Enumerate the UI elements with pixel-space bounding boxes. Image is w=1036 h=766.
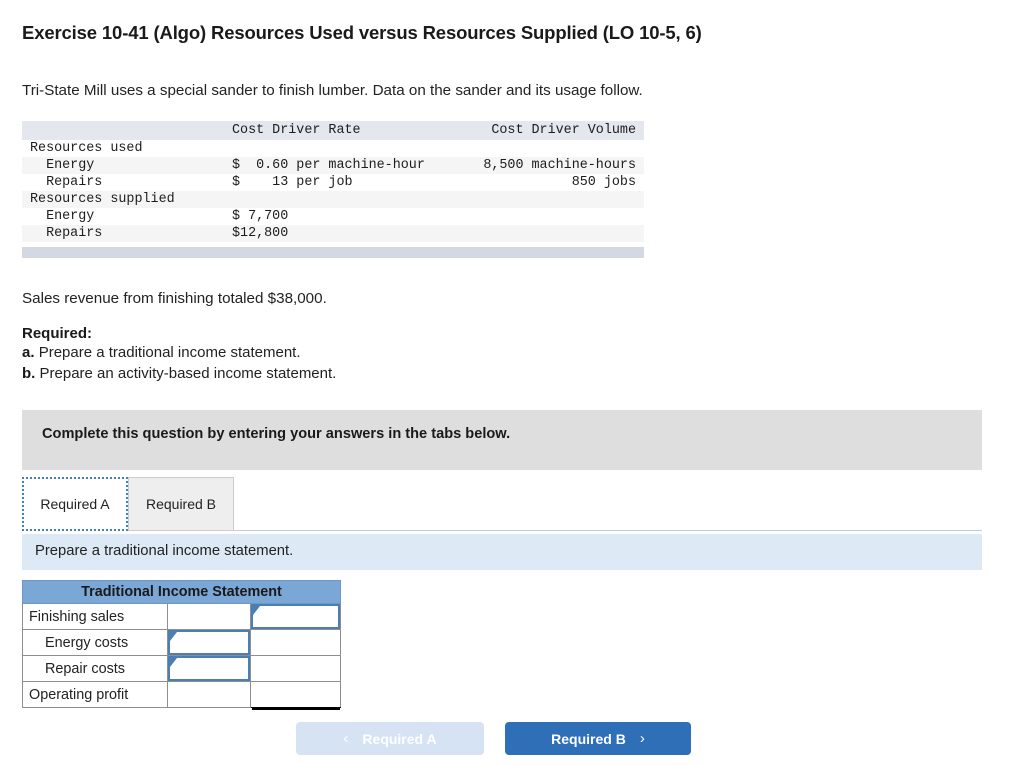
cell-repair-costs-mid[interactable] xyxy=(167,655,251,682)
required-item-a: a. Prepare a traditional income statemen… xyxy=(22,344,301,361)
intro-text: Tri-State Mill uses a special sander to … xyxy=(22,82,643,99)
input-energy-costs-mid[interactable] xyxy=(168,630,250,655)
row-label: Energy xyxy=(22,157,232,174)
input-repair-costs-mid[interactable] xyxy=(168,656,250,681)
row-label: Energy xyxy=(22,208,232,225)
cost-driver-data-table: Cost Driver Rate Cost Driver Volume Reso… xyxy=(22,121,644,258)
previous-button-label: Required A xyxy=(362,730,437,747)
data-table-footer-rule xyxy=(22,247,644,258)
row-rate xyxy=(232,140,464,157)
row-rate xyxy=(232,191,464,208)
row-volume: 8,500 machine-hours xyxy=(464,157,644,174)
cell-operating-profit-right xyxy=(250,681,341,708)
row-volume: 850 jobs xyxy=(464,174,644,191)
tab-required-a-label: Required A xyxy=(40,496,110,512)
empty-cell xyxy=(168,682,250,707)
required-item-b: b. Prepare an activity-based income stat… xyxy=(22,365,336,382)
cell-operating-profit-mid xyxy=(167,681,251,708)
row-label-repair-costs: Repair costs xyxy=(22,655,168,682)
page-title: Exercise 10-41 (Algo) Resources Used ver… xyxy=(22,22,702,43)
empty-cell xyxy=(251,630,340,655)
row-volume xyxy=(464,191,644,208)
table-row: Repairs $12,800 xyxy=(22,225,644,242)
sub-instruction-bar: Prepare a traditional income statement. xyxy=(22,534,982,570)
cell-finishing-sales-mid xyxy=(167,603,251,630)
cell-repair-costs-right xyxy=(250,655,341,682)
row-label-operating-profit: Operating profit xyxy=(22,681,168,708)
table-row: Operating profit xyxy=(22,681,341,708)
next-button-label: Required B xyxy=(551,730,626,747)
data-header-blank xyxy=(22,121,232,140)
table-row: Energy $ 7,700 xyxy=(22,208,644,225)
table-row: Resources used xyxy=(22,140,644,157)
answer-table-header-row: Traditional Income Statement xyxy=(22,580,341,604)
table-row: Repairs $ 13 per job 850 jobs xyxy=(22,174,644,191)
required-item-b-text: Prepare an activity-based income stateme… xyxy=(39,365,337,382)
next-required-b-button[interactable]: Required B › xyxy=(505,722,691,755)
exercise-page: Exercise 10-41 (Algo) Resources Used ver… xyxy=(0,0,1036,766)
traditional-income-statement-table: Traditional Income Statement Finishing s… xyxy=(22,580,341,708)
required-item-a-marker: a. xyxy=(22,344,35,361)
row-rate: $ 7,700 xyxy=(232,208,464,225)
previous-required-a-button[interactable]: ‹ Required A xyxy=(296,722,484,755)
required-item-a-text: Prepare a traditional income statement. xyxy=(38,344,301,361)
chevron-right-icon: › xyxy=(639,730,645,747)
instruction-banner-text: Complete this question by entering your … xyxy=(42,426,511,442)
row-volume xyxy=(464,208,644,225)
table-row: Energy $ 0.60 per machine-hour 8,500 mac… xyxy=(22,157,644,174)
row-label: Resources used xyxy=(22,140,232,157)
sub-instruction-text: Prepare a traditional income statement. xyxy=(35,543,294,559)
row-label: Resources supplied xyxy=(22,191,232,208)
empty-cell xyxy=(251,656,340,681)
required-heading: Required: xyxy=(22,325,93,342)
row-label-finishing-sales: Finishing sales xyxy=(22,603,168,630)
row-label: Repairs xyxy=(22,174,232,191)
tab-required-b-label: Required B xyxy=(145,496,217,512)
cell-energy-costs-mid[interactable] xyxy=(167,629,251,656)
cell-finishing-sales-right[interactable] xyxy=(250,603,341,630)
cell-energy-costs-right xyxy=(250,629,341,656)
data-table-header-row: Cost Driver Rate Cost Driver Volume xyxy=(22,121,644,140)
row-rate: $ 0.60 per machine-hour xyxy=(232,157,464,174)
required-item-b-marker: b. xyxy=(22,365,36,382)
row-volume xyxy=(464,140,644,157)
answer-table-header-label: Traditional Income Statement xyxy=(22,580,341,604)
row-label: Repairs xyxy=(22,225,232,242)
tab-required-a[interactable]: Required A xyxy=(22,477,128,531)
row-label-energy-costs: Energy costs xyxy=(22,629,168,656)
data-header-volume: Cost Driver Volume xyxy=(464,121,644,140)
data-header-rate: Cost Driver Rate xyxy=(232,121,464,140)
empty-cell xyxy=(251,682,340,707)
instruction-banner: Complete this question by entering your … xyxy=(22,410,982,470)
chevron-left-icon: ‹ xyxy=(343,730,349,747)
table-row: Resources supplied xyxy=(22,191,644,208)
tab-underline xyxy=(234,530,982,531)
sales-revenue-text: Sales revenue from finishing totaled $38… xyxy=(22,290,327,307)
table-row: Finishing sales xyxy=(22,603,341,630)
table-row: Repair costs xyxy=(22,655,341,682)
tab-required-b[interactable]: Required B xyxy=(128,477,234,531)
table-row: Energy costs xyxy=(22,629,341,656)
row-volume xyxy=(464,225,644,242)
row-rate: $ 13 per job xyxy=(232,174,464,191)
tab-strip: Required A Required B xyxy=(22,477,982,533)
empty-cell xyxy=(168,604,250,629)
input-finishing-sales-right[interactable] xyxy=(251,604,340,629)
row-rate: $12,800 xyxy=(232,225,464,242)
